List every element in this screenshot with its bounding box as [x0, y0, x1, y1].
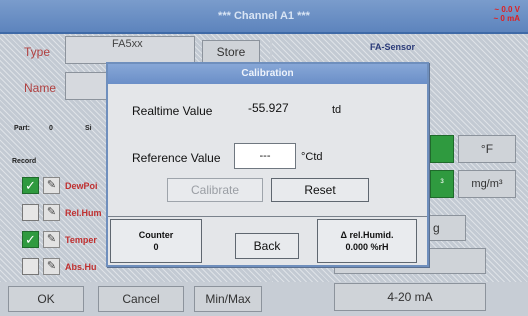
reference-unit: °Ctd — [301, 151, 323, 163]
voltage-status: ~ 0.0 V — [494, 5, 520, 14]
part-label: Part: — [14, 125, 30, 132]
analog-output-4-20[interactable]: 4-20 mA — [334, 283, 486, 311]
unit-mgm3-button[interactable]: mg/m³ — [458, 170, 516, 198]
counter-box: Counter 0 — [110, 219, 202, 263]
ok-button[interactable]: OK — [8, 286, 84, 312]
reset-button[interactable]: Reset — [271, 178, 369, 202]
type-value: FA5xx — [112, 38, 143, 50]
record-label-relhum: Rel.Hum — [65, 208, 102, 218]
dialog-title: Calibration — [108, 64, 427, 84]
unit-mgm3-label: mg/m³ — [471, 178, 503, 190]
reference-value-input[interactable]: --- — [234, 143, 296, 169]
back-button[interactable]: Back — [235, 233, 299, 259]
reset-label: Reset — [304, 183, 336, 197]
edit-pen-icon[interactable]: ✎ — [43, 204, 60, 221]
delta-humidity-box: Δ rel.Humid. 0.000 %rH — [317, 219, 417, 263]
delta-humidity-value: 0.000 %rH — [345, 242, 389, 252]
analog-output-label: 4-20 mA — [387, 290, 433, 304]
calibration-dialog: Calibration Realtime Value -55.927 td Re… — [106, 62, 429, 267]
current-status: ~ 0 mA — [493, 14, 520, 23]
ok-label: OK — [37, 292, 55, 306]
calibrate-label: Calibrate — [190, 183, 240, 197]
edit-pen-icon[interactable]: ✎ — [43, 258, 60, 275]
back-label: Back — [253, 239, 281, 253]
reference-label: Reference Value — [132, 151, 221, 165]
realtime-label: Realtime Value — [132, 104, 213, 118]
unit-m3-button[interactable]: ³ — [430, 170, 454, 198]
edit-pen-icon[interactable]: ✎ — [43, 177, 60, 194]
cancel-label: Cancel — [122, 292, 160, 306]
store-button[interactable]: Store — [202, 40, 260, 64]
type-label: Type — [24, 45, 51, 59]
settings-fragment: g — [433, 221, 440, 235]
counter-value: 0 — [153, 242, 159, 252]
record-label-abshum: Abs.Hu — [65, 262, 97, 272]
name-label: Name — [24, 81, 57, 95]
record-label-dewpoint: DewPoi — [65, 181, 98, 191]
record-checkbox-temperature[interactable]: ✓ — [22, 231, 39, 248]
record-label-temperature: Temper — [65, 235, 97, 245]
realtime-unit: td — [332, 104, 342, 116]
part-value: 0 — [49, 125, 53, 132]
unit-f-label: °F — [480, 142, 494, 156]
record-label: Record — [12, 158, 37, 165]
minmax-label: Min/Max — [205, 292, 251, 306]
calibrate-button[interactable]: Calibrate — [167, 178, 263, 202]
name-field[interactable] — [65, 72, 108, 100]
realtime-value: -55.927 — [248, 101, 289, 115]
unit-selected-button[interactable] — [430, 135, 454, 163]
counter-label: Counter — [138, 230, 174, 240]
channel-title: *** Channel A1 *** — [218, 10, 310, 22]
unit-m3-label: ³ — [440, 178, 444, 189]
cancel-button[interactable]: Cancel — [98, 286, 184, 312]
delta-humidity-label: Δ rel.Humid. — [340, 230, 394, 240]
unit-f-button[interactable]: °F — [458, 135, 516, 163]
record-checkbox-dewpoint[interactable]: ✓ — [22, 177, 39, 194]
part-extra: Si — [85, 125, 92, 132]
store-label: Store — [216, 45, 246, 59]
sensor-title: FA-Sensor — [370, 42, 416, 52]
minmax-button[interactable]: Min/Max — [194, 286, 262, 312]
record-checkbox-abshum[interactable] — [22, 258, 39, 275]
record-checkbox-relhum[interactable] — [22, 204, 39, 221]
edit-pen-icon[interactable]: ✎ — [43, 231, 60, 248]
